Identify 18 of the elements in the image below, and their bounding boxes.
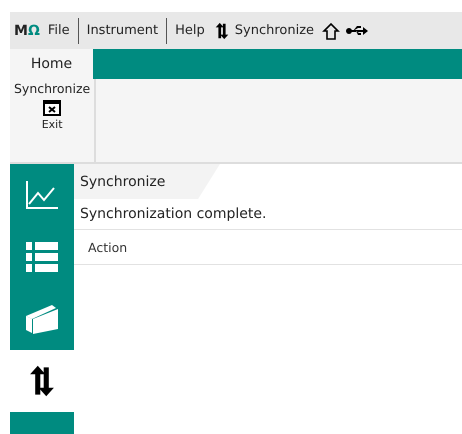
close-window-icon	[43, 100, 62, 116]
menu-item[interactable]: File	[46, 23, 72, 38]
logo: M	[14, 22, 28, 38]
book-icon	[26, 304, 58, 334]
usb-icon[interactable]	[346, 24, 368, 38]
status-message: Synchronization complete.	[74, 199, 462, 230]
ribbon-tab[interactable]: Home	[10, 49, 93, 79]
exit-button[interactable]: Exit	[40, 96, 65, 135]
sync-menu-item[interactable]: Synchronize	[232, 23, 316, 38]
home-icon[interactable]	[322, 22, 340, 40]
menu-item[interactable]: Help	[173, 23, 207, 38]
panel-title: Synchronize	[74, 164, 220, 199]
menu-item[interactable]: Instrument	[84, 23, 160, 38]
group-label: Synchronize	[14, 81, 90, 96]
column-header: Action	[87, 240, 128, 254]
list-icon	[26, 241, 58, 273]
logo-mark: Ω	[28, 22, 40, 38]
line-chart-icon	[25, 180, 59, 210]
